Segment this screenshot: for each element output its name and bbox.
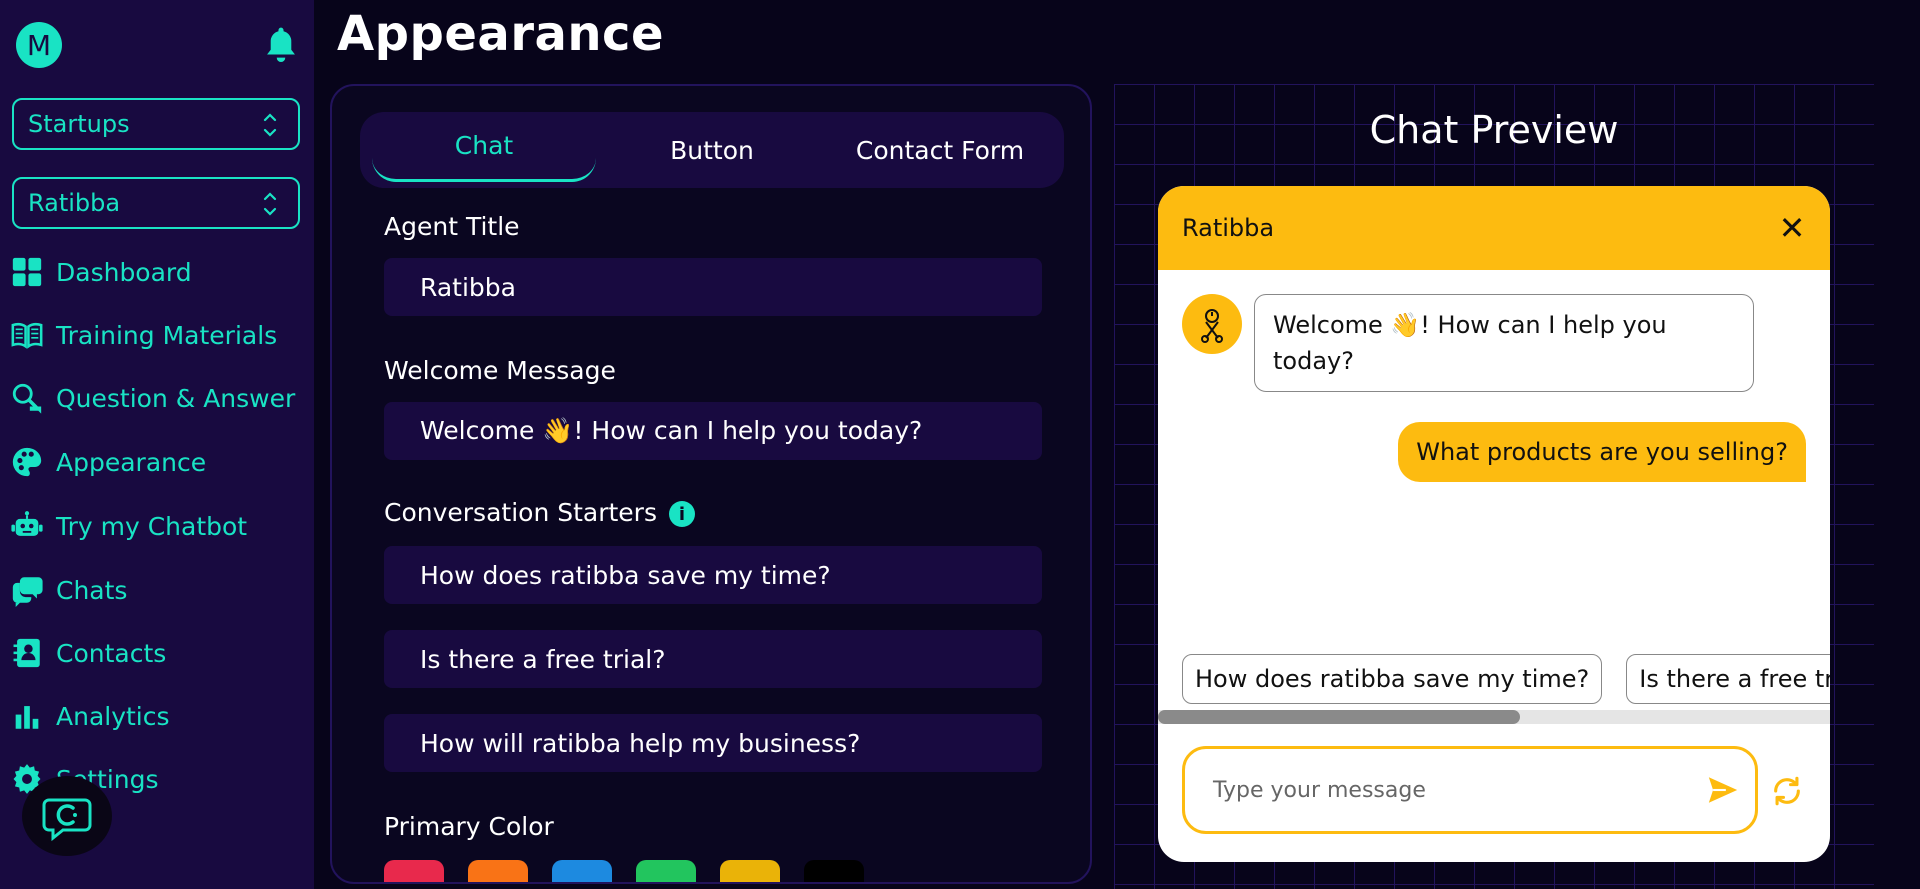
sidebar-item-try-my-chatbot[interactable]: Try my Chatbot	[10, 506, 247, 546]
info-icon[interactable]: i	[669, 501, 695, 527]
sidebar-item-contacts[interactable]: Contacts	[10, 633, 166, 673]
sidebar-item-label: Try my Chatbot	[56, 511, 248, 541]
bot-message: Welcome 👋! How can I help you today?	[1254, 294, 1754, 392]
color-swatch-black[interactable]	[804, 860, 864, 882]
color-swatch-red[interactable]	[384, 860, 444, 882]
sidebar: M Startups Ratibba Dashboard Training Ma…	[0, 0, 314, 889]
color-swatch-yellow[interactable]	[720, 860, 780, 882]
tab-chat[interactable]: Chat	[372, 112, 596, 182]
org-select[interactable]: Startups	[12, 98, 300, 150]
org-select-value: Startups	[28, 110, 130, 138]
conversation-starter-input[interactable]: How does ratibba save my time?	[384, 546, 1042, 604]
message-input[interactable]: Type your message	[1182, 746, 1758, 834]
conversation-starters-label: Conversation Starters	[384, 498, 657, 527]
tab-button[interactable]: Button	[600, 112, 824, 188]
color-swatches	[384, 860, 864, 882]
user-message: What products are you selling?	[1398, 422, 1806, 482]
sidebar-item-label: Chats	[56, 575, 128, 605]
book-icon	[11, 322, 43, 349]
conversation-starters-heading: Conversation Starters i	[384, 498, 695, 527]
agent-select[interactable]: Ratibba	[12, 177, 300, 229]
contacts-icon	[13, 638, 40, 668]
dashboard-icon	[12, 257, 42, 287]
color-swatch-orange[interactable]	[468, 860, 528, 882]
support-chat-button[interactable]	[22, 776, 112, 856]
palette-icon	[12, 447, 42, 477]
sidebar-item-analytics[interactable]: Analytics	[10, 696, 170, 736]
agent-title-label: Agent Title	[384, 212, 520, 241]
sidebar-item-label: Contacts	[56, 638, 167, 668]
conversation-starter-input[interactable]: Is there a free trial?	[384, 630, 1042, 688]
starter-chip[interactable]: How does ratibba save my time?	[1182, 654, 1603, 704]
analytics-icon	[15, 706, 39, 729]
chatbot-logo-icon	[42, 798, 92, 842]
sidebar-item-chats[interactable]: Chats	[10, 570, 127, 610]
appearance-tabs: Chat Button Contact Form	[360, 112, 1064, 188]
chat-preview-area: Chat Preview Ratibba ✕ Welcome 👋! How ca…	[1114, 84, 1874, 889]
sidebar-item-question-answer[interactable]: Question & Answer	[10, 378, 295, 418]
chat-widget-header: Ratibba ✕	[1158, 186, 1830, 270]
sidebar-item-label: Appearance	[56, 447, 207, 477]
sidebar-item-label: Training Materials	[56, 320, 278, 350]
avatar[interactable]: M	[16, 22, 62, 68]
tab-contact-form[interactable]: Contact Form	[828, 112, 1052, 188]
agent-select-value: Ratibba	[28, 189, 121, 217]
welcome-message-input[interactable]: Welcome 👋! How can I help you today?	[384, 402, 1042, 460]
bell-icon[interactable]	[262, 24, 300, 66]
bot-logo-icon	[1201, 309, 1223, 343]
updown-chevron-icon	[263, 113, 277, 137]
sidebar-item-training-materials[interactable]: Training Materials	[10, 315, 277, 355]
starter-chip[interactable]: Is there a free trial?	[1626, 654, 1830, 704]
starter-chips: How does ratibba save my time? Is there …	[1182, 654, 1830, 704]
sidebar-item-dashboard[interactable]: Dashboard	[10, 252, 192, 292]
conversation-starter-input[interactable]: How will ratibba help my business?	[384, 714, 1042, 772]
chat-preview-title: Chat Preview	[1369, 108, 1619, 152]
close-icon[interactable]: ✕	[1774, 209, 1810, 247]
color-swatch-blue[interactable]	[552, 860, 612, 882]
welcome-message-label: Welcome Message	[384, 356, 616, 385]
robot-icon	[11, 511, 43, 536]
chat-widget-title: Ratibba	[1182, 214, 1275, 242]
agent-title-input[interactable]: Ratibba	[384, 258, 1042, 316]
sidebar-item-label: Dashboard	[56, 257, 192, 287]
sidebar-item-label: Question & Answer	[56, 383, 296, 413]
updown-chevron-icon	[263, 192, 277, 216]
scrollbar-thumb[interactable]	[1158, 710, 1520, 724]
page-title: Appearance	[337, 6, 665, 62]
sidebar-item-label: Analytics	[56, 701, 170, 731]
qa-icon	[12, 383, 42, 414]
bot-avatar	[1182, 294, 1242, 354]
chat-widget-window: Ratibba ✕ Welcome 👋! How can I help you …	[1158, 186, 1830, 862]
message-input-placeholder: Type your message	[1213, 777, 1426, 803]
refresh-icon[interactable]	[1770, 774, 1804, 808]
primary-color-label: Primary Color	[384, 812, 554, 841]
sidebar-item-appearance[interactable]: Appearance	[10, 442, 206, 482]
appearance-settings-card: Chat Button Contact Form Agent Title Rat…	[330, 84, 1092, 884]
color-swatch-green[interactable]	[636, 860, 696, 882]
send-icon[interactable]	[1705, 773, 1741, 807]
chat-icon	[12, 577, 43, 607]
